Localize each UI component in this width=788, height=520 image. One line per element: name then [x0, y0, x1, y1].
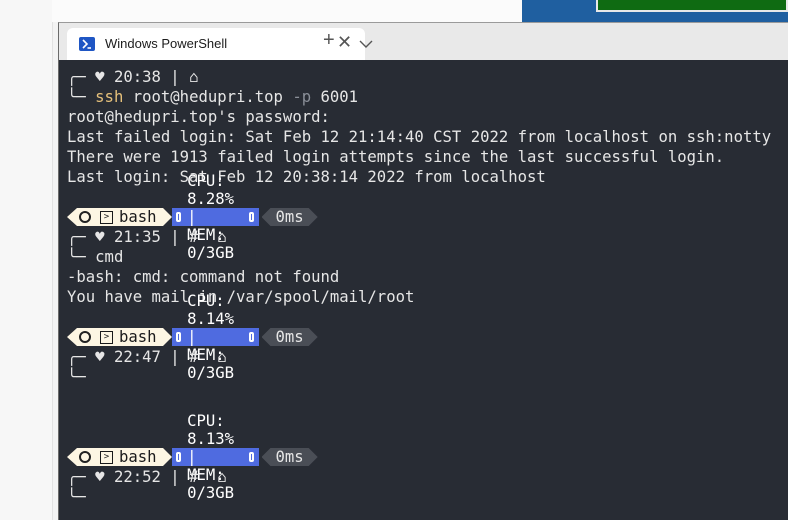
- cpu-segment: CPU: 8.28% | MEM: 0/3GB: [171, 172, 259, 262]
- prompt-line: ╭─ ♥ 22:47 | # ⌂: [67, 348, 227, 366]
- chevron-down-icon[interactable]: [359, 35, 373, 53]
- root-hash-icon: #: [189, 228, 199, 246]
- terminal-icon: >: [100, 210, 113, 224]
- status-bar: > bash CPU: 8.13% | MEM: 0/3GB 0ms: [67, 412, 318, 502]
- prompt-time: 22:52: [113, 468, 161, 486]
- command-line: ╰─: [67, 368, 86, 386]
- cpu-icon: [175, 212, 182, 222]
- cpu-mem-text: CPU: 8.14% | MEM: 0/3GB: [187, 292, 235, 382]
- command-line: ╰─ ssh root@hedupri.top -p 6001: [67, 88, 359, 106]
- shell-segment: > bash: [96, 448, 163, 466]
- shell-name: bash: [119, 328, 157, 346]
- linux-icon: [79, 331, 91, 343]
- output-line: root@hedupri.top's password:: [67, 108, 330, 126]
- linux-icon: [79, 451, 91, 463]
- command-name: cmd: [95, 248, 124, 266]
- terminal-icon: >: [100, 330, 113, 344]
- home-icon: ⌂: [217, 228, 227, 246]
- memory-icon: [248, 452, 255, 462]
- root-hash-icon: #: [189, 468, 199, 486]
- terminal-window[interactable]: Windows PowerShell ✕ + ╭─ ♥ 20:38 | ⌂ ╰─…: [58, 22, 788, 520]
- prompt-time: 22:47: [113, 348, 161, 366]
- command-line: ╰─: [67, 488, 86, 506]
- heart-icon: ♥: [95, 68, 105, 86]
- output-line: Last login: Sat Feb 12 20:38:14 2022 fro…: [67, 168, 546, 186]
- prompt-time: 21:35: [113, 228, 161, 246]
- prompt-line: ╭─ ♥ 21:35 | # ⌂: [67, 228, 227, 246]
- tab-title: Windows PowerShell: [105, 36, 228, 51]
- cpu-mem-text: CPU: 8.13% | MEM: 0/3GB: [187, 412, 235, 502]
- heart-icon: ♥: [95, 468, 105, 486]
- prompt-line: ╭─ ♥ 22:52 | # ⌂: [67, 468, 227, 486]
- close-icon[interactable]: ✕: [337, 32, 352, 52]
- home-icon: ⌂: [217, 468, 227, 486]
- command-name: ssh: [95, 88, 124, 106]
- linux-segment: [67, 328, 96, 346]
- new-tab-button[interactable]: +: [323, 30, 335, 50]
- background-window: [596, 0, 788, 12]
- cpu-segment: CPU: 8.13% | MEM: 0/3GB: [171, 412, 259, 502]
- output-line: There were 1913 failed login attempts si…: [67, 148, 725, 166]
- heart-icon: ♥: [95, 228, 105, 246]
- command-arg: 6001: [320, 88, 359, 106]
- tab-powershell[interactable]: Windows PowerShell ✕: [67, 28, 365, 60]
- shell-name: bash: [119, 448, 157, 466]
- elapsed-segment: 0ms: [262, 328, 318, 346]
- shell-name: bash: [119, 208, 157, 226]
- root-hash-icon: #: [189, 348, 199, 366]
- cpu-mem-text: CPU: 8.28% | MEM: 0/3GB: [187, 172, 235, 262]
- command-arg: root@hedupri.top: [132, 88, 283, 106]
- powershell-icon: [79, 37, 95, 51]
- memory-icon: [248, 332, 255, 342]
- powerline-separator: [162, 328, 172, 346]
- shell-segment: > bash: [96, 208, 163, 226]
- powerline-separator: [162, 448, 172, 466]
- memory-icon: [248, 212, 255, 222]
- home-icon: ⌂: [217, 348, 227, 366]
- status-bar: > bash CPU: 8.14% | MEM: 0/3GB 0ms: [67, 292, 318, 382]
- prompt-line: ╭─ ♥ 20:38 | ⌂: [67, 68, 199, 86]
- heart-icon: ♥: [95, 348, 105, 366]
- tab-bar: Windows PowerShell ✕ +: [59, 23, 788, 60]
- cpu-segment: CPU: 8.14% | MEM: 0/3GB: [171, 292, 259, 382]
- command-line: ╰─ cmd: [67, 248, 124, 266]
- desktop-left-strip: [0, 0, 53, 520]
- shell-segment: > bash: [96, 328, 163, 346]
- output-line: -bash: cmd: command not found: [67, 268, 340, 286]
- elapsed-segment: 0ms: [262, 208, 318, 226]
- powerline-separator: [162, 208, 172, 226]
- linux-segment: [67, 208, 96, 226]
- elapsed-segment: 0ms: [262, 448, 318, 466]
- output-line: Last failed login: Sat Feb 12 21:14:40 C…: [67, 128, 772, 146]
- status-bar: > bash CPU: 8.28% | MEM: 0/3GB 0ms: [67, 172, 318, 262]
- linux-icon: [79, 211, 91, 223]
- cpu-icon: [175, 332, 182, 342]
- cpu-icon: [175, 452, 182, 462]
- prompt-time: 20:38: [113, 68, 161, 86]
- home-icon: ⌂: [189, 68, 199, 86]
- command-flag: -p: [292, 88, 312, 106]
- terminal-icon: >: [100, 450, 113, 464]
- linux-segment: [67, 448, 96, 466]
